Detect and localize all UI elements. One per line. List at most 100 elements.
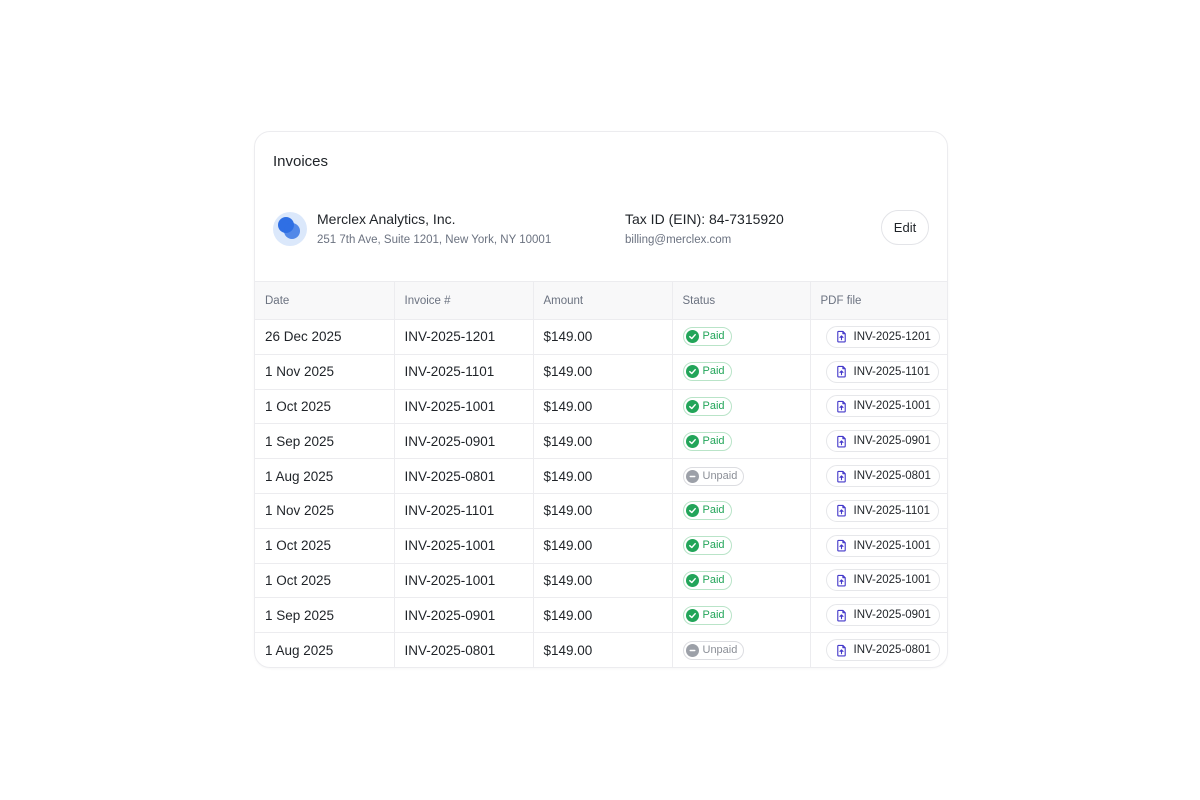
cell-invoice-number: INV-2025-0801 xyxy=(394,632,534,667)
cell-status: Unpaid xyxy=(672,632,811,667)
cell-amount: $149.00 xyxy=(533,319,673,355)
status-label: Paid xyxy=(702,434,725,447)
cell-amount: $149.00 xyxy=(533,354,673,390)
pdf-download-button[interactable]: INV-2025-1101 xyxy=(825,360,940,383)
cell-status: Paid xyxy=(672,423,811,460)
status-badge: Paid xyxy=(682,327,732,347)
edit-button[interactable]: Edit xyxy=(881,210,929,245)
cell-invoice-number: INV-2025-1001 xyxy=(394,389,534,425)
cell-date: 1 Nov 2025 xyxy=(255,354,395,390)
cell-invoice-number: INV-2025-1201 xyxy=(394,319,534,355)
cell-date: 1 Aug 2025 xyxy=(255,458,395,494)
file-upload-icon xyxy=(836,574,846,587)
pdf-download-button[interactable]: INV-2025-0901 xyxy=(825,604,940,627)
check-circle-icon xyxy=(685,504,699,518)
column-header-amount[interactable]: Amount xyxy=(533,281,673,320)
file-upload-icon xyxy=(836,366,846,378)
cell-invoice-number: INV-2025-1101 xyxy=(394,493,534,529)
column-header-status[interactable]: Status xyxy=(672,281,811,320)
pdf-file-name: INV-2025-0801 xyxy=(853,470,931,483)
check-circle-icon xyxy=(685,573,699,587)
table-row[interactable]: 1 Aug 2025 INV-2025-0801 $149.00 Unpaid INV-… xyxy=(255,458,947,494)
table-row[interactable]: 1 Oct 2025 INV-2025-1001 $149.00 Paid INV-20… xyxy=(255,563,947,599)
minus-circle-icon xyxy=(685,643,699,657)
cell-pdf: INV-2025-1101 xyxy=(810,493,947,529)
status-badge: Unpaid xyxy=(682,640,745,660)
cell-status: Paid xyxy=(672,493,811,529)
cell-invoice-number: INV-2025-0901 xyxy=(394,423,534,460)
cell-date: 26 Dec 2025 xyxy=(255,319,395,355)
status-badge: Paid xyxy=(682,536,732,556)
pdf-file-name: INV-2025-1101 xyxy=(853,365,931,378)
column-header-pdf[interactable]: PDF file xyxy=(810,281,947,320)
cell-date: 1 Aug 2025 xyxy=(255,632,395,667)
pdf-file-name: INV-2025-1101 xyxy=(853,504,931,517)
status-label: Paid xyxy=(702,608,725,621)
cell-pdf: INV-2025-1101 xyxy=(810,354,947,390)
pdf-file-name: INV-2025-1001 xyxy=(853,400,931,413)
status-badge: Paid xyxy=(682,431,732,451)
pdf-download-button[interactable]: INV-2025-1001 xyxy=(825,395,940,418)
pdf-download-button[interactable]: INV-2025-0801 xyxy=(825,465,940,488)
cell-pdf: INV-2025-1201 xyxy=(810,319,947,355)
file-upload-icon xyxy=(836,644,846,657)
minus-circle-icon xyxy=(685,469,699,483)
pdf-file-name: INV-2025-1201 xyxy=(853,330,931,343)
column-header-date[interactable]: Date xyxy=(255,281,395,320)
pdf-download-button[interactable]: INV-2025-0801 xyxy=(825,639,940,662)
cell-pdf: INV-2025-0901 xyxy=(810,597,947,634)
cell-invoice-number: INV-2025-1001 xyxy=(394,563,534,599)
status-label: Unpaid xyxy=(702,469,738,482)
table-header-row: Date Invoice # Amount Status PDF file xyxy=(255,281,947,320)
table-row[interactable]: 1 Oct 2025 INV-2025-1001 $149.00 Paid INV-20… xyxy=(255,528,947,564)
check-circle-icon xyxy=(685,330,699,344)
cell-amount: $149.00 xyxy=(533,563,673,599)
pdf-download-button[interactable]: INV-2025-1201 xyxy=(825,325,940,348)
check-circle-icon xyxy=(685,399,699,413)
pdf-download-button[interactable]: INV-2025-0901 xyxy=(825,430,940,453)
cell-pdf: INV-2025-1001 xyxy=(810,563,947,599)
pdf-download-button[interactable]: INV-2025-1101 xyxy=(825,499,940,522)
cell-status: Paid xyxy=(672,528,811,564)
cell-amount: $149.00 xyxy=(533,597,673,634)
cell-invoice-number: INV-2025-1001 xyxy=(394,528,534,564)
cell-date: 1 Oct 2025 xyxy=(255,389,395,425)
company-info: Merclex Analytics, Inc. 251 7th Ave, Sui… xyxy=(273,208,933,262)
table-row[interactable]: 1 Sep 2025 INV-2025-0901 $149.00 Paid INV-20… xyxy=(255,423,947,460)
company-logo-icon xyxy=(273,212,307,246)
pdf-download-button[interactable]: INV-2025-1001 xyxy=(825,569,940,592)
status-badge: Paid xyxy=(682,501,732,521)
file-upload-icon xyxy=(836,609,846,622)
status-label: Paid xyxy=(702,573,725,586)
cell-date: 1 Sep 2025 xyxy=(255,597,395,634)
cell-pdf: INV-2025-0801 xyxy=(810,633,947,667)
invoices-card: Invoices Merclex Analytics, Inc. 251 7th… xyxy=(254,131,948,668)
check-circle-icon xyxy=(685,539,699,553)
table-row[interactable]: 1 Nov 2025 INV-2025-1101 $149.00 Paid INV-20… xyxy=(255,354,947,390)
table-row[interactable]: 1 Aug 2025 INV-2025-0801 $149.00 Unpaid INV-… xyxy=(255,632,947,667)
cell-amount: $149.00 xyxy=(533,423,673,460)
status-badge: Unpaid xyxy=(682,466,745,486)
tax-id: Tax ID (EIN): 84-7315920 xyxy=(625,211,784,227)
status-label: Paid xyxy=(702,539,725,552)
column-header-invoice[interactable]: Invoice # xyxy=(394,281,534,320)
status-label: Paid xyxy=(702,330,725,343)
pdf-download-button[interactable]: INV-2025-1001 xyxy=(825,534,940,557)
status-label: Paid xyxy=(702,504,725,517)
table-row[interactable]: 1 Sep 2025 INV-2025-0901 $149.00 Paid INV-20… xyxy=(255,597,947,634)
cell-amount: $149.00 xyxy=(533,632,673,667)
company-address: 251 7th Ave, Suite 1201, New York, NY 10… xyxy=(317,234,552,246)
pdf-file-name: INV-2025-1001 xyxy=(853,574,931,587)
table-row[interactable]: 26 Dec 2025 INV-2025-1201 $149.00 Paid INV-2… xyxy=(255,319,947,355)
status-badge: Paid xyxy=(682,396,732,416)
table-row[interactable]: 1 Nov 2025 INV-2025-1101 $149.00 Paid INV-20… xyxy=(255,493,947,529)
table-row[interactable]: 1 Oct 2025 INV-2025-1001 $149.00 Paid INV-20… xyxy=(255,389,947,425)
invoices-table: Date Invoice # Amount Status PDF file 26… xyxy=(255,281,947,667)
cell-amount: $149.00 xyxy=(533,458,673,494)
cell-date: 1 Sep 2025 xyxy=(255,423,395,460)
cell-status: Paid xyxy=(672,597,811,634)
cell-date: 1 Oct 2025 xyxy=(255,563,395,599)
check-circle-icon xyxy=(685,434,699,448)
cell-status: Unpaid xyxy=(672,458,811,494)
file-upload-icon xyxy=(836,331,846,343)
